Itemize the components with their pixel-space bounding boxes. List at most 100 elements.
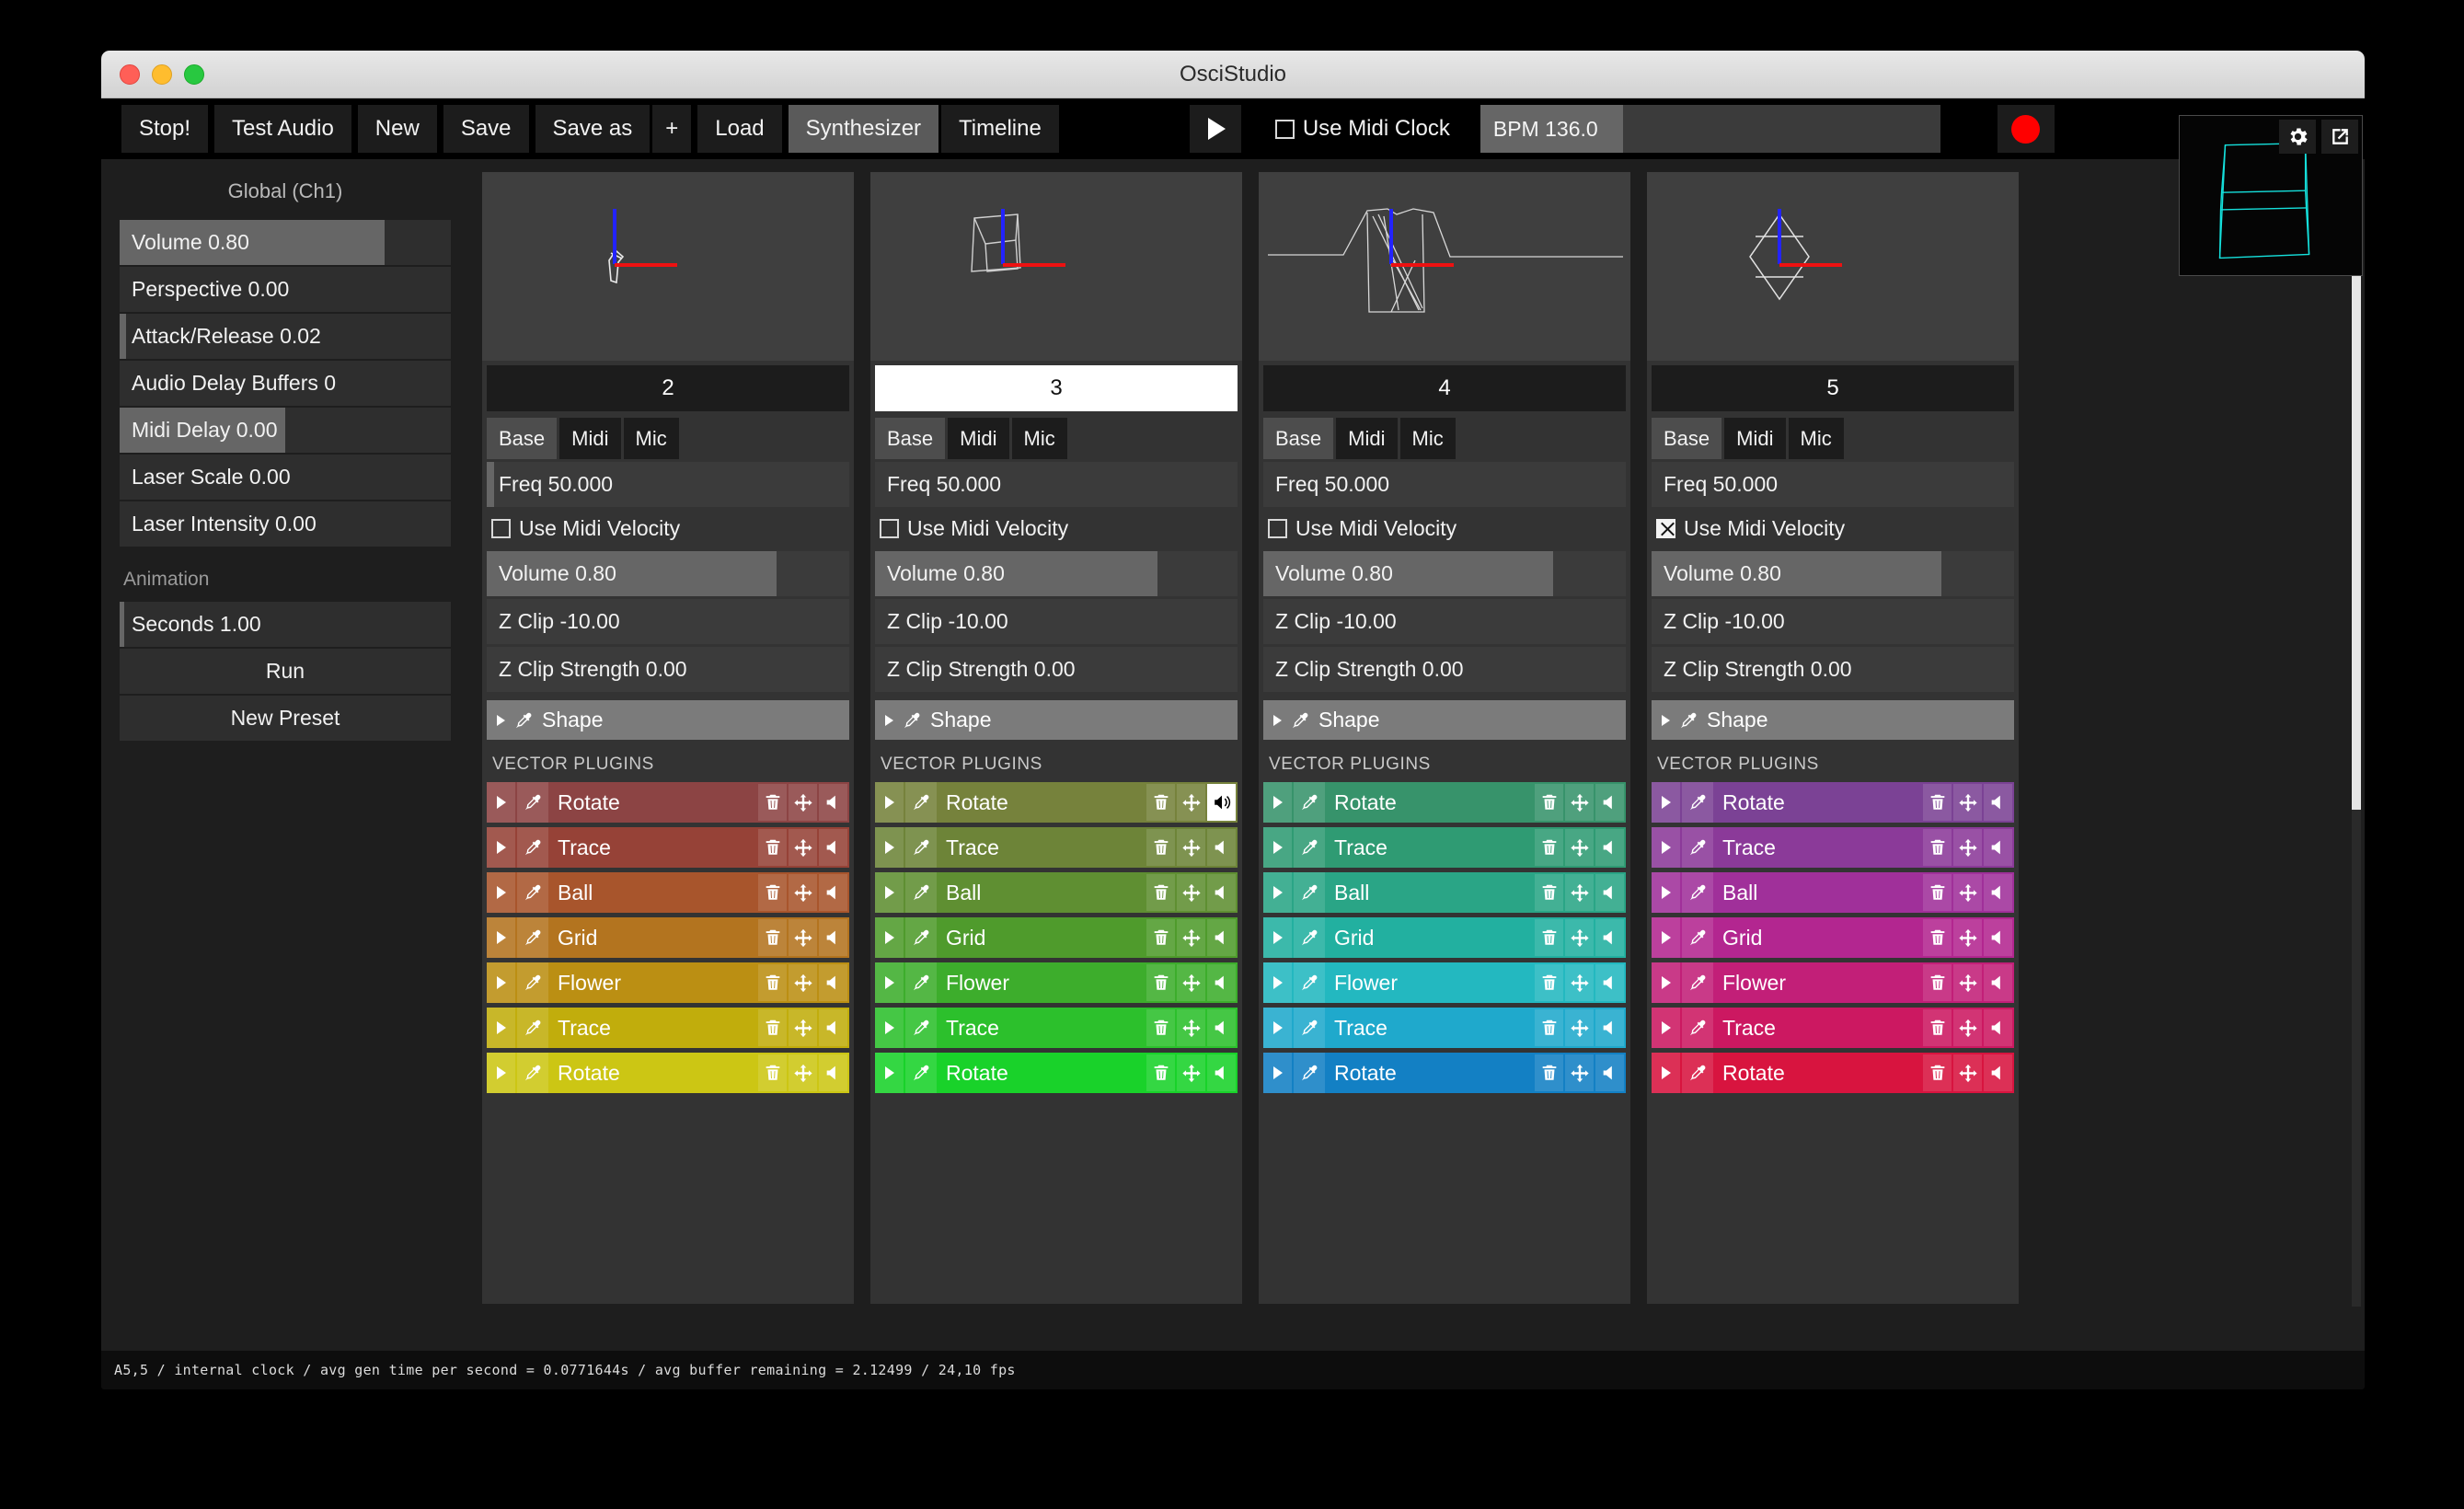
- minimize-button[interactable]: [152, 64, 172, 85]
- eyedropper-button[interactable]: [1294, 782, 1325, 823]
- use-midi-velocity-checkbox[interactable]: [880, 519, 899, 538]
- close-button[interactable]: [120, 64, 140, 85]
- move-plugin-handle[interactable]: [1565, 1009, 1594, 1046]
- delete-plugin-button[interactable]: [1535, 874, 1563, 911]
- delete-plugin-button[interactable]: [1535, 784, 1563, 821]
- tab-base[interactable]: Base: [1263, 418, 1333, 459]
- settings-button[interactable]: [2279, 120, 2316, 154]
- tab-midi[interactable]: Midi: [559, 418, 620, 459]
- plugin-row[interactable]: Rotate: [487, 782, 849, 823]
- delete-plugin-button[interactable]: [758, 1009, 787, 1046]
- delete-plugin-button[interactable]: [1923, 829, 1952, 866]
- delete-plugin-button[interactable]: [758, 874, 787, 911]
- move-plugin-handle[interactable]: [1177, 919, 1205, 956]
- audio-toggle-button[interactable]: [819, 874, 847, 911]
- channel-name-input[interactable]: 3: [875, 365, 1238, 411]
- scrollbar-thumb[interactable]: [2352, 225, 2361, 810]
- shape-row[interactable]: Shape: [1263, 700, 1626, 740]
- plugin-row[interactable]: Ball: [487, 872, 849, 913]
- save-as-button[interactable]: Save as: [535, 105, 651, 153]
- move-plugin-handle[interactable]: [1177, 1054, 1205, 1091]
- move-plugin-handle[interactable]: [1565, 784, 1594, 821]
- plugin-row[interactable]: Flower: [487, 962, 849, 1003]
- eyedropper-button[interactable]: [905, 962, 937, 1003]
- chevron-right-icon[interactable]: [875, 962, 904, 1003]
- global-slider-1[interactable]: Perspective 0.00: [120, 267, 451, 312]
- volume-slider[interactable]: Volume 0.80: [1652, 551, 2014, 596]
- channel-name-input[interactable]: 4: [1263, 365, 1626, 411]
- audio-toggle-button[interactable]: [1984, 784, 2012, 821]
- global-slider-0[interactable]: Volume 0.80: [120, 220, 451, 265]
- volume-slider[interactable]: Volume 0.80: [1263, 551, 1626, 596]
- move-plugin-handle[interactable]: [789, 784, 817, 821]
- delete-plugin-button[interactable]: [1146, 964, 1175, 1001]
- tab-midi[interactable]: Midi: [1724, 418, 1785, 459]
- move-plugin-handle[interactable]: [1177, 874, 1205, 911]
- z-clip-strength-slider[interactable]: Z Clip Strength 0.00: [487, 647, 849, 692]
- audio-toggle-button[interactable]: [1595, 874, 1624, 911]
- global-slider-4[interactable]: Midi Delay 0.00: [120, 408, 451, 453]
- popout-button[interactable]: [2321, 120, 2358, 154]
- plugin-row[interactable]: Trace: [1652, 1008, 2014, 1048]
- plugin-row[interactable]: Ball: [875, 872, 1238, 913]
- eyedropper-button[interactable]: [1682, 917, 1713, 958]
- audio-toggle-button[interactable]: [1984, 964, 2012, 1001]
- eyedropper-button[interactable]: [905, 872, 937, 913]
- plugin-row[interactable]: Rotate: [875, 782, 1238, 823]
- chevron-right-icon[interactable]: [487, 1008, 515, 1048]
- plugin-row[interactable]: Rotate: [1263, 1053, 1626, 1093]
- record-button[interactable]: [1998, 105, 2055, 153]
- audio-toggle-button[interactable]: [1595, 784, 1624, 821]
- channel-preview[interactable]: [1647, 172, 2019, 361]
- chevron-right-icon[interactable]: [875, 827, 904, 868]
- audio-toggle-button[interactable]: [819, 829, 847, 866]
- delete-plugin-button[interactable]: [758, 1054, 787, 1091]
- chevron-right-icon[interactable]: [1652, 872, 1680, 913]
- plugin-row[interactable]: Rotate: [1263, 782, 1626, 823]
- use-midi-velocity-toggle[interactable]: Use Midi Velocity: [1259, 507, 1630, 548]
- chevron-right-icon[interactable]: [875, 917, 904, 958]
- audio-toggle-button[interactable]: [819, 919, 847, 956]
- plugin-row[interactable]: Grid: [1263, 917, 1626, 958]
- move-plugin-handle[interactable]: [1953, 784, 1982, 821]
- load-button[interactable]: Load: [697, 105, 781, 153]
- audio-toggle-button[interactable]: [819, 964, 847, 1001]
- eyedropper-button[interactable]: [905, 1008, 937, 1048]
- tab-mic[interactable]: Mic: [1789, 418, 1844, 459]
- plugin-row[interactable]: Trace: [487, 827, 849, 868]
- chevron-right-icon[interactable]: [1263, 1053, 1292, 1093]
- eyedropper-button[interactable]: [905, 917, 937, 958]
- audio-toggle-button[interactable]: [1595, 1054, 1624, 1091]
- move-plugin-handle[interactable]: [1177, 1009, 1205, 1046]
- delete-plugin-button[interactable]: [1146, 919, 1175, 956]
- channel-preview[interactable]: [482, 172, 854, 361]
- channel-preview[interactable]: [1259, 172, 1630, 361]
- eyedropper-button[interactable]: [1294, 1053, 1325, 1093]
- plugin-row[interactable]: Ball: [1652, 872, 2014, 913]
- audio-toggle-button[interactable]: [1207, 1009, 1236, 1046]
- eyedropper-button[interactable]: [1294, 827, 1325, 868]
- eyedropper-button[interactable]: [517, 782, 548, 823]
- move-plugin-handle[interactable]: [1953, 874, 1982, 911]
- run-button[interactable]: Run: [120, 649, 451, 694]
- use-midi-velocity-toggle[interactable]: Use Midi Velocity: [482, 507, 854, 548]
- plugin-row[interactable]: Ball: [1263, 872, 1626, 913]
- delete-plugin-button[interactable]: [1535, 1009, 1563, 1046]
- move-plugin-handle[interactable]: [1177, 784, 1205, 821]
- freq-slider[interactable]: Freq 50.000: [1652, 462, 2014, 507]
- audio-toggle-button[interactable]: [1984, 829, 2012, 866]
- move-plugin-handle[interactable]: [789, 1054, 817, 1091]
- z-clip-slider[interactable]: Z Clip -10.00: [875, 599, 1238, 644]
- eyedropper-button[interactable]: [1682, 782, 1713, 823]
- tab-mic[interactable]: Mic: [1400, 418, 1456, 459]
- tab-base[interactable]: Base: [487, 418, 557, 459]
- chevron-right-icon[interactable]: [1263, 782, 1292, 823]
- plugin-row[interactable]: Trace: [487, 1008, 849, 1048]
- delete-plugin-button[interactable]: [758, 829, 787, 866]
- use-midi-velocity-checkbox[interactable]: [1656, 519, 1675, 538]
- audio-toggle-button[interactable]: [819, 784, 847, 821]
- plugin-row[interactable]: Trace: [875, 827, 1238, 868]
- chevron-right-icon[interactable]: [487, 782, 515, 823]
- delete-plugin-button[interactable]: [758, 964, 787, 1001]
- move-plugin-handle[interactable]: [1565, 874, 1594, 911]
